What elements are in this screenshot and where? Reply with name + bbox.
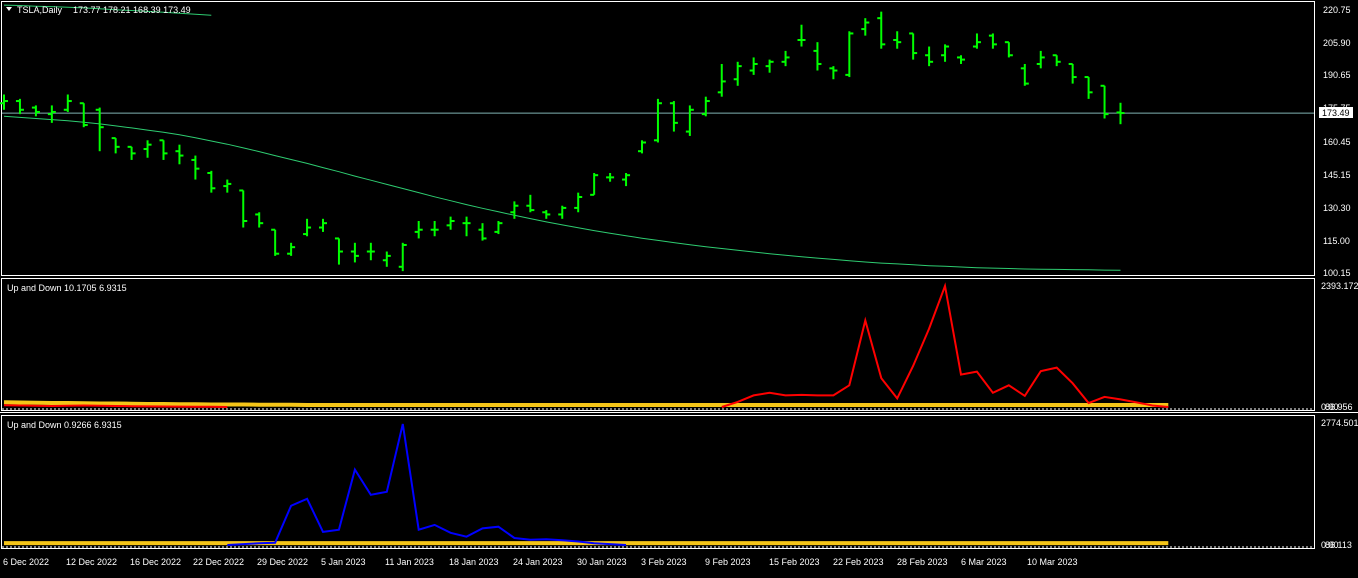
price-tick-label: 145.15	[1323, 170, 1351, 180]
chart-canvas[interactable]: TSLA,Daily 173.77 178.21 168.39 173.49 U…	[0, 0, 1358, 573]
date-label: 30 Jan 2023	[577, 557, 627, 567]
indicator2-title: Up and Down 0.9266 6.9315	[7, 420, 122, 430]
indicator1-tick-label: 2393.172	[1321, 281, 1358, 291]
date-label: 28 Feb 2023	[897, 557, 948, 567]
date-label: 3 Feb 2023	[641, 557, 687, 567]
date-label: 9 Feb 2023	[705, 557, 751, 567]
indicator1-tick-label: 0.00	[1321, 402, 1339, 412]
trading-chart-window[interactable]: TSLA,Daily 173.77 178.21 168.39 173.49 U…	[0, 0, 1358, 573]
price-tick-label: 115.00	[1323, 236, 1350, 246]
last-price-label: 173.49	[1322, 108, 1350, 118]
main-pane-header: TSLA,Daily 173.77 178.21 168.39 173.49	[6, 5, 191, 15]
date-label: 15 Feb 2023	[769, 557, 820, 567]
indicator2-tick-label: 2774.501	[1321, 418, 1358, 428]
price-tick-label: 205.90	[1323, 38, 1351, 48]
indicator2-tick-label: 0.00	[1321, 540, 1339, 550]
date-label: 16 Dec 2022	[130, 557, 181, 567]
date-label: 29 Dec 2022	[257, 557, 308, 567]
date-label: 10 Mar 2023	[1027, 557, 1078, 567]
time-axis[interactable]: 6 Dec 2022 12 Dec 2022 16 Dec 2022 22 De…	[3, 557, 1078, 567]
date-label: 6 Mar 2023	[961, 557, 1007, 567]
ohlc-values: 173.77 178.21 168.39 173.49	[73, 5, 191, 15]
price-tick-label: 130.30	[1323, 203, 1351, 213]
date-label: 22 Dec 2022	[193, 557, 244, 567]
symbol-label: TSLA,Daily	[17, 5, 63, 15]
price-tick-label: 100.15	[1323, 268, 1351, 278]
chart-background	[0, 0, 1358, 573]
price-tick-label: 190.65	[1323, 70, 1351, 80]
price-axis[interactable]: 220.75 205.90 190.65 175.75 160.45 145.1…	[1319, 5, 1353, 278]
price-tick-label: 160.45	[1323, 137, 1351, 147]
date-label: 24 Jan 2023	[513, 557, 563, 567]
date-label: 11 Jan 2023	[385, 557, 434, 567]
date-label: 6 Dec 2022	[3, 557, 49, 567]
indicator1-title: Up and Down 10.1705 6.9315	[7, 283, 127, 293]
date-label: 18 Jan 2023	[449, 557, 499, 567]
price-tick-label: 220.75	[1323, 5, 1351, 15]
date-label: 22 Feb 2023	[833, 557, 884, 567]
date-label: 5 Jan 2023	[321, 557, 366, 567]
date-label: 12 Dec 2022	[66, 557, 117, 567]
